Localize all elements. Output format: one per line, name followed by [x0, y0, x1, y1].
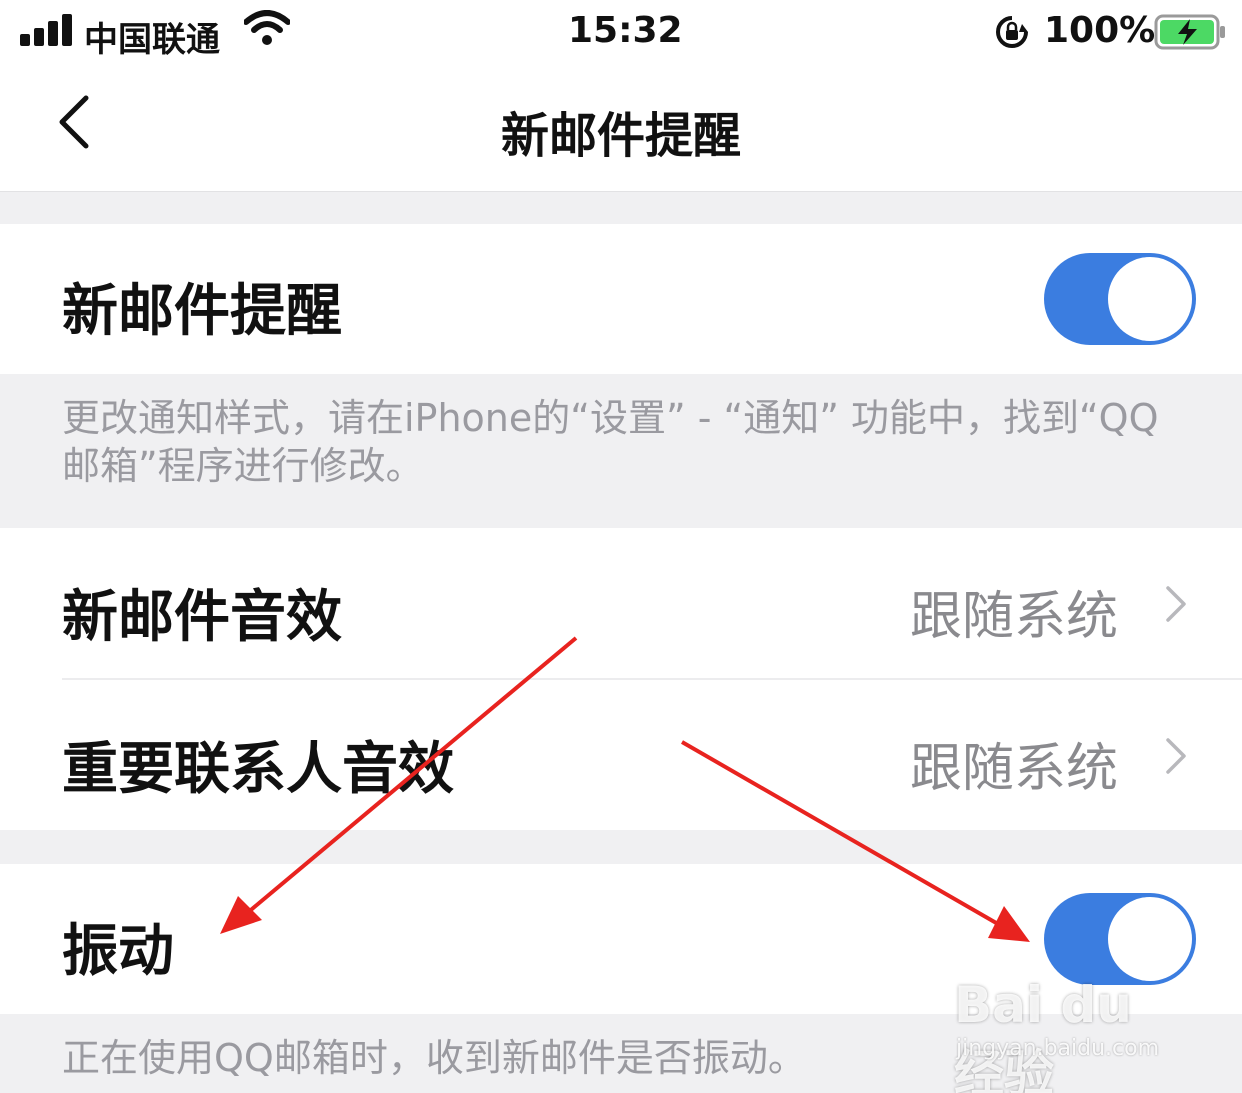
important-contact-sound-label: 重要联系人音效 — [62, 737, 454, 802]
page-title: 新邮件提醒 — [500, 108, 741, 164]
nav-bar: 新邮件提醒 — [0, 64, 1242, 192]
battery-icon — [1154, 14, 1225, 50]
new-mail-sound-label: 新邮件音效 — [62, 585, 342, 650]
baidu-watermark: Bai du 经验 jingyan.baidu.com — [950, 960, 1190, 1093]
setting-row-important-contact-sound[interactable]: 重要联系人音效 跟随系统 — [0, 680, 1242, 830]
clock: 15:32 — [568, 10, 683, 51]
sound-settings-group: 新邮件音效 跟随系统 重要联系人音效 跟随系统 — [0, 528, 1242, 830]
watermark-url: jingyan.baidu.com — [956, 1036, 1160, 1061]
toggle-knob — [1108, 257, 1192, 341]
setting-row-new-mail-alert[interactable]: 新邮件提醒 — [0, 224, 1242, 374]
wifi-icon — [244, 10, 290, 45]
signal-icon — [20, 14, 74, 46]
chevron-right-icon — [1166, 586, 1186, 622]
important-contact-sound-value: 跟随系统 — [909, 739, 1118, 799]
carrier-name: 中国联通 — [84, 20, 220, 60]
status-bar: 中国联通 15:32 100% — [0, 0, 1242, 64]
chevron-right-icon — [1166, 738, 1186, 774]
new-mail-sound-value: 跟随系统 — [909, 587, 1118, 647]
new-mail-alert-label: 新邮件提醒 — [62, 279, 342, 344]
alert-style-note: 更改通知样式，请在iPhone的“设置” - “通知” 功能中，找到“QQ邮箱”… — [62, 396, 1159, 488]
new-mail-alert-toggle[interactable] — [1044, 253, 1196, 345]
setting-row-new-mail-sound[interactable]: 新邮件音效 跟随系统 — [0, 528, 1242, 678]
orientation-lock-icon — [996, 16, 1028, 48]
battery-percent: 100% — [1044, 10, 1156, 51]
watermark-brand: Bai du 经验 — [954, 976, 1132, 1093]
vibration-label: 振动 — [62, 919, 174, 984]
